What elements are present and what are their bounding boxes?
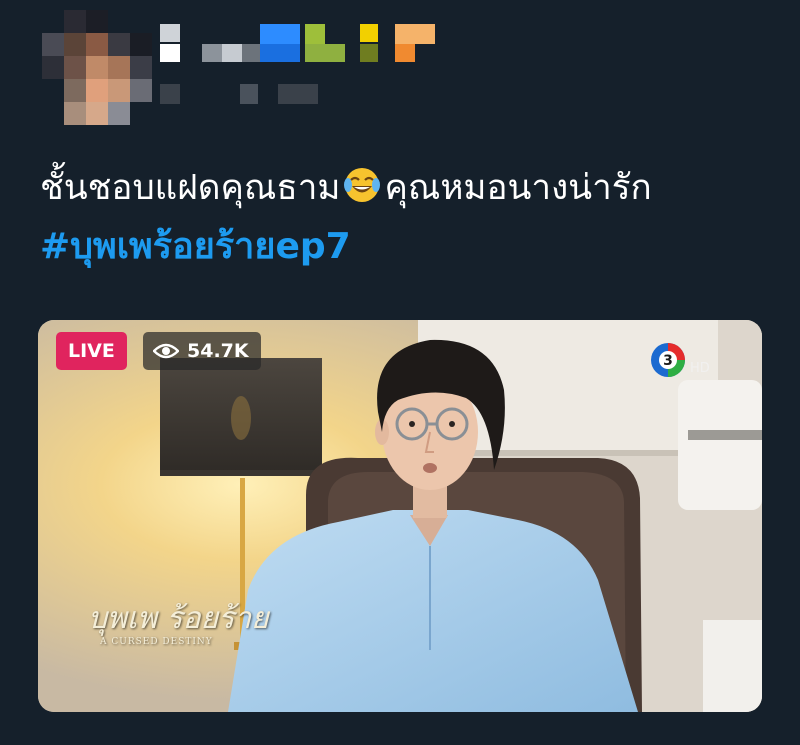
view-count-badge: 54.7K (143, 332, 261, 370)
tweet-text-part-2: คุณหมอนางน่ารัก (384, 168, 652, 208)
live-video-player[interactable]: LIVE 54.7K 3 HD บุพเพ ร้อยร้าย A CURSED … (38, 320, 762, 712)
tweet-text: ชั้นชอบแฝดคุณธาม คุณหมอนางน่ารัก (40, 165, 652, 211)
avatar[interactable] (42, 10, 152, 125)
hashtag-link[interactable]: #บุพเพร้อยร้ายep7 (40, 224, 351, 270)
eye-icon (153, 343, 179, 359)
svg-text:HD: HD (690, 361, 710, 376)
live-badge: LIVE (56, 332, 127, 370)
show-title-text: บุพเพ ร้อยร้าย (88, 601, 269, 636)
tweet: ชั้นชอบแฝดคุณธาม คุณหมอนางน่ารัก #บุพเพร… (0, 0, 800, 745)
view-count: 54.7K (187, 340, 249, 362)
tweet-text-part-1: ชั้นชอบแฝดคุณธาม (40, 168, 341, 208)
svg-text:3: 3 (663, 353, 673, 369)
channel-3-hd-logo-icon: 3 HD (651, 343, 710, 377)
show-title-watermark: บุพเพ ร้อยร้าย A CURSED DESTINY (88, 602, 269, 648)
show-subtitle-text: A CURSED DESTINY (100, 637, 213, 647)
tears-of-joy-emoji-icon (344, 168, 381, 202)
username-censored[interactable] (160, 24, 450, 104)
